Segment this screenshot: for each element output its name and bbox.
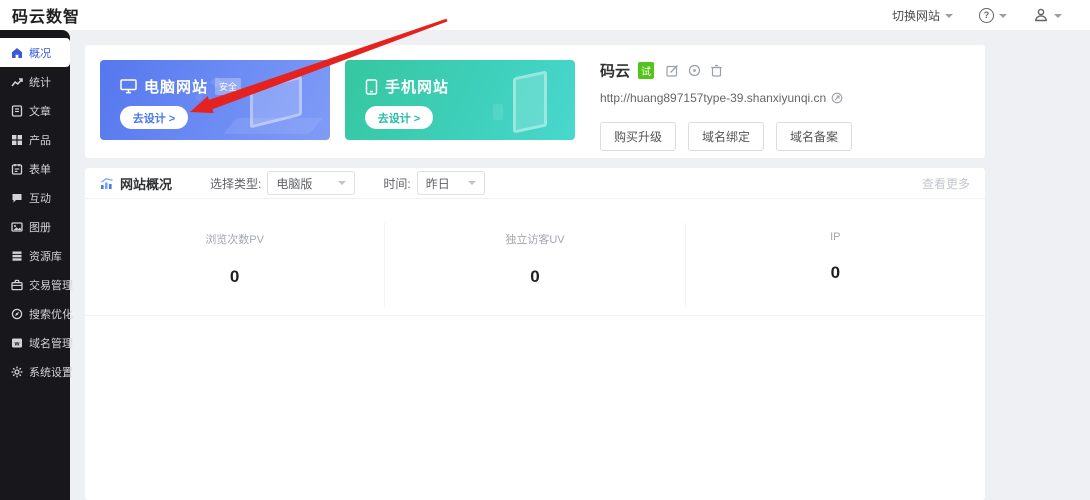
sidebar-item-label: 交易管理: [29, 279, 73, 292]
view-more-link[interactable]: 查看更多: [922, 175, 970, 192]
sidebar-item-stats[interactable]: 统计: [0, 67, 70, 96]
user-icon: [1035, 8, 1047, 22]
stat-uv: 独立访客UV 0: [384, 223, 684, 307]
sidebar-nav: 概况 统计 文章 产品 表单 互动 图册 资源库 交易管理 搜索优化 w 域名管…: [0, 30, 73, 500]
sidebar-item-label: 资源库: [29, 250, 62, 263]
home-icon: [12, 47, 22, 58]
site-panel: 电脑网站 安全 去设计 > 手机网站 去设计 > 码云 试 http://hua…: [85, 45, 985, 158]
article-icon: [11, 104, 23, 117]
stat-value: 0: [530, 267, 540, 286]
stats-row: 浏览次数PV 0 独立访客UV 0 IP 0: [85, 223, 985, 307]
chevron-down-icon: [999, 13, 1007, 18]
stat-pv: 浏览次数PV 0: [85, 223, 384, 307]
stat-ip: IP 0: [684, 223, 985, 307]
stat-label: IP: [830, 231, 841, 243]
sidebar-item-domain[interactable]: w 域名管理: [0, 328, 73, 357]
sidebar-item-overview[interactable]: 概况: [0, 38, 70, 67]
sidebar-item-label: 域名管理: [29, 337, 73, 350]
mobile-card-title: 手机网站: [385, 79, 450, 96]
svg-text:w: w: [13, 340, 20, 347]
sidebar-item-articles[interactable]: 文章: [0, 96, 70, 125]
phone-icon: [365, 78, 378, 95]
sidebar-item-products[interactable]: 产品: [0, 125, 70, 154]
sidebar-item-label: 概况: [29, 47, 51, 60]
type-filter-label: 选择类型:: [210, 176, 262, 191]
sidebar-item-settings[interactable]: 系统设置: [0, 357, 73, 386]
sidebar-item-label: 系统设置: [29, 366, 73, 379]
domain-bind-button[interactable]: 域名绑定: [688, 122, 765, 151]
overview-chart: 0: [85, 468, 985, 500]
app-logo: 码云数智: [12, 9, 81, 26]
domain-record-button[interactable]: 域名备案: [776, 122, 853, 151]
pc-site-card[interactable]: 电脑网站 安全 去设计 >: [100, 60, 330, 140]
interact-icon: [12, 193, 22, 202]
gallery-icon: [11, 221, 23, 232]
time-filter-label: 时间:: [383, 176, 411, 191]
trade-icon: [11, 279, 23, 290]
sidebar-item-trade[interactable]: 交易管理: [0, 270, 73, 299]
sidebar-item-label: 文章: [29, 105, 51, 118]
seo-icon: [11, 308, 23, 319]
chevron-down-icon: [1054, 13, 1062, 18]
help-menu[interactable]: ?: [979, 7, 1007, 23]
buy-upgrade-button[interactable]: 购买升级: [600, 122, 677, 151]
overview-panel: 网站概况 选择类型: 电脑版 时间: 昨日 查看更多 浏览次数PV 0 独立访客…: [85, 168, 985, 500]
edit-icon[interactable]: [666, 64, 679, 77]
security-badge: 安全: [215, 78, 242, 95]
sidebar-item-forms[interactable]: 表单: [0, 154, 70, 183]
top-header: 码云数智 切换网站 ?: [0, 0, 1090, 30]
chevron-down-icon: [945, 13, 953, 18]
domain-icon: w: [12, 338, 22, 347]
external-link-icon[interactable]: [831, 92, 843, 104]
trial-badge: 试: [638, 62, 655, 79]
sidebar-item-resources[interactable]: 资源库: [0, 241, 70, 270]
stat-value: 0: [830, 263, 841, 282]
form-icon: [11, 163, 23, 175]
mobile-design-button[interactable]: 去设计 >: [365, 106, 433, 129]
mobile-site-card[interactable]: 手机网站 去设计 >: [345, 60, 575, 140]
help-icon: ?: [979, 7, 994, 23]
chevron-down-icon: [467, 181, 476, 185]
switch-site-menu[interactable]: 切换网站: [892, 7, 953, 24]
sidebar-item-label: 图册: [29, 221, 51, 234]
pc-card-title: 电脑网站: [144, 79, 209, 96]
stat-label: 独立访客UV: [505, 234, 565, 246]
stats-icon: [11, 77, 23, 86]
type-select[interactable]: 电脑版: [267, 171, 356, 195]
time-select[interactable]: 昨日: [416, 171, 485, 195]
stat-label: 浏览次数PV: [205, 234, 264, 246]
switch-site-label: 切换网站: [891, 8, 940, 23]
chart-icon: [101, 177, 113, 189]
phone-illustration: [513, 70, 547, 134]
library-icon: [12, 251, 22, 261]
site-name: 码云: [600, 63, 631, 80]
overview-title: 网站概况: [120, 176, 173, 192]
user-menu[interactable]: [1033, 7, 1062, 23]
sidebar-item-label: 统计: [29, 76, 51, 89]
sidebar-item-interaction[interactable]: 互动: [0, 183, 70, 212]
site-info: 码云 试 http://huang897157type-39.shanxiyun…: [600, 60, 970, 151]
chevron-down-icon: [338, 181, 347, 185]
sidebar-item-seo[interactable]: 搜索优化: [0, 299, 73, 328]
sidebar-item-label: 互动: [29, 192, 51, 205]
pc-design-button[interactable]: 去设计 >: [120, 106, 188, 129]
monitor-icon: [120, 79, 137, 94]
sidebar-item-label: 产品: [29, 134, 51, 147]
site-url[interactable]: http://huang897157type-39.shanxiyunqi.cn: [600, 91, 826, 105]
settings-icon: [11, 366, 23, 377]
sidebar-item-gallery[interactable]: 图册: [0, 212, 70, 241]
sidebar-item-label: 搜索优化: [29, 308, 73, 321]
stat-value: 0: [229, 267, 240, 286]
product-icon: [12, 134, 22, 145]
refresh-icon[interactable]: [688, 64, 701, 77]
delete-icon[interactable]: [710, 64, 723, 77]
sidebar-item-label: 表单: [29, 163, 51, 176]
